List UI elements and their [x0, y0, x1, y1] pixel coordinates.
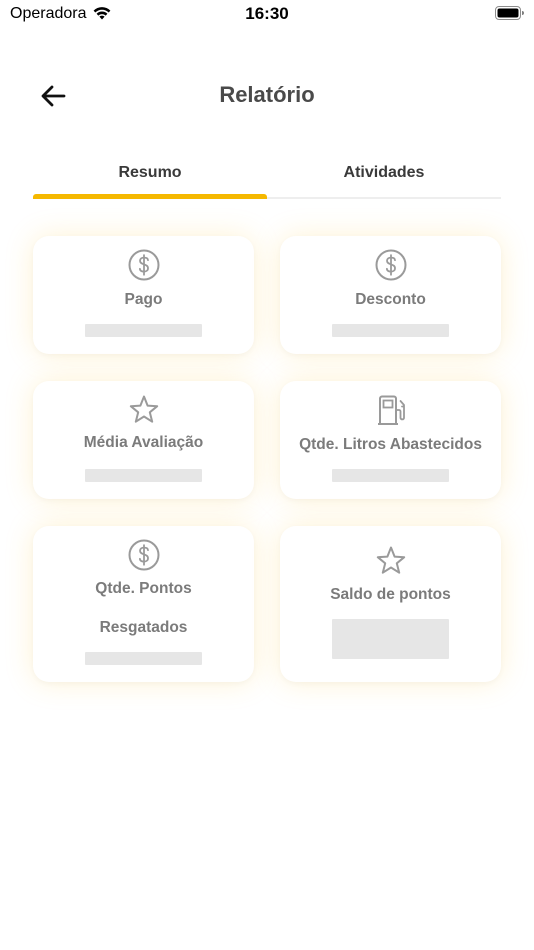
- value-placeholder: [332, 619, 449, 659]
- value-placeholder: [85, 324, 202, 337]
- card-media-avaliacao: Média Avaliação: [33, 381, 254, 499]
- card-label-line1: Qtde. Pontos: [95, 580, 192, 597]
- value-placeholder: [85, 469, 202, 482]
- status-time: 16:30: [245, 4, 289, 23]
- card-label: Qtde. Litros Abastecidos: [299, 436, 482, 453]
- dollar-circle-icon: [128, 249, 159, 281]
- page-title: Relatório: [219, 82, 315, 107]
- value-placeholder: [332, 324, 449, 337]
- dollar-circle-icon: [375, 249, 406, 281]
- status-bar: Operadora 16:30: [0, 0, 534, 28]
- value-placeholder: [85, 652, 202, 665]
- tab-resumo[interactable]: Resumo: [33, 155, 267, 195]
- card-desconto: Desconto: [280, 236, 501, 354]
- card-label-line2: Resgatados: [99, 619, 188, 636]
- active-tab-indicator: [33, 194, 267, 199]
- tab-label: Atividades: [343, 164, 425, 181]
- value-placeholder: [332, 469, 449, 482]
- header: Relatório: [0, 70, 534, 122]
- card-pago: Pago: [33, 236, 254, 354]
- tab-label: Resumo: [118, 164, 182, 181]
- card-label: Média Avaliação: [83, 434, 204, 451]
- card-label: Desconto: [355, 291, 426, 308]
- battery-icon: [495, 6, 525, 26]
- card-litros-abastecidos: Qtde. Litros Abastecidos: [280, 381, 501, 499]
- dollar-circle-icon: [128, 539, 159, 571]
- card-label: Saldo de pontos: [330, 586, 451, 603]
- card-saldo-pontos: Saldo de pontos: [280, 526, 501, 682]
- star-icon: [129, 395, 158, 423]
- tab-bar: Resumo Atividades: [33, 155, 501, 199]
- card-pontos-resgatados: Qtde. Pontos Resgatados: [33, 526, 254, 682]
- star-icon: [376, 546, 405, 574]
- fuel-pump-icon: [377, 395, 405, 425]
- tab-atividades[interactable]: Atividades: [267, 155, 501, 195]
- card-label: Pago: [124, 291, 163, 308]
